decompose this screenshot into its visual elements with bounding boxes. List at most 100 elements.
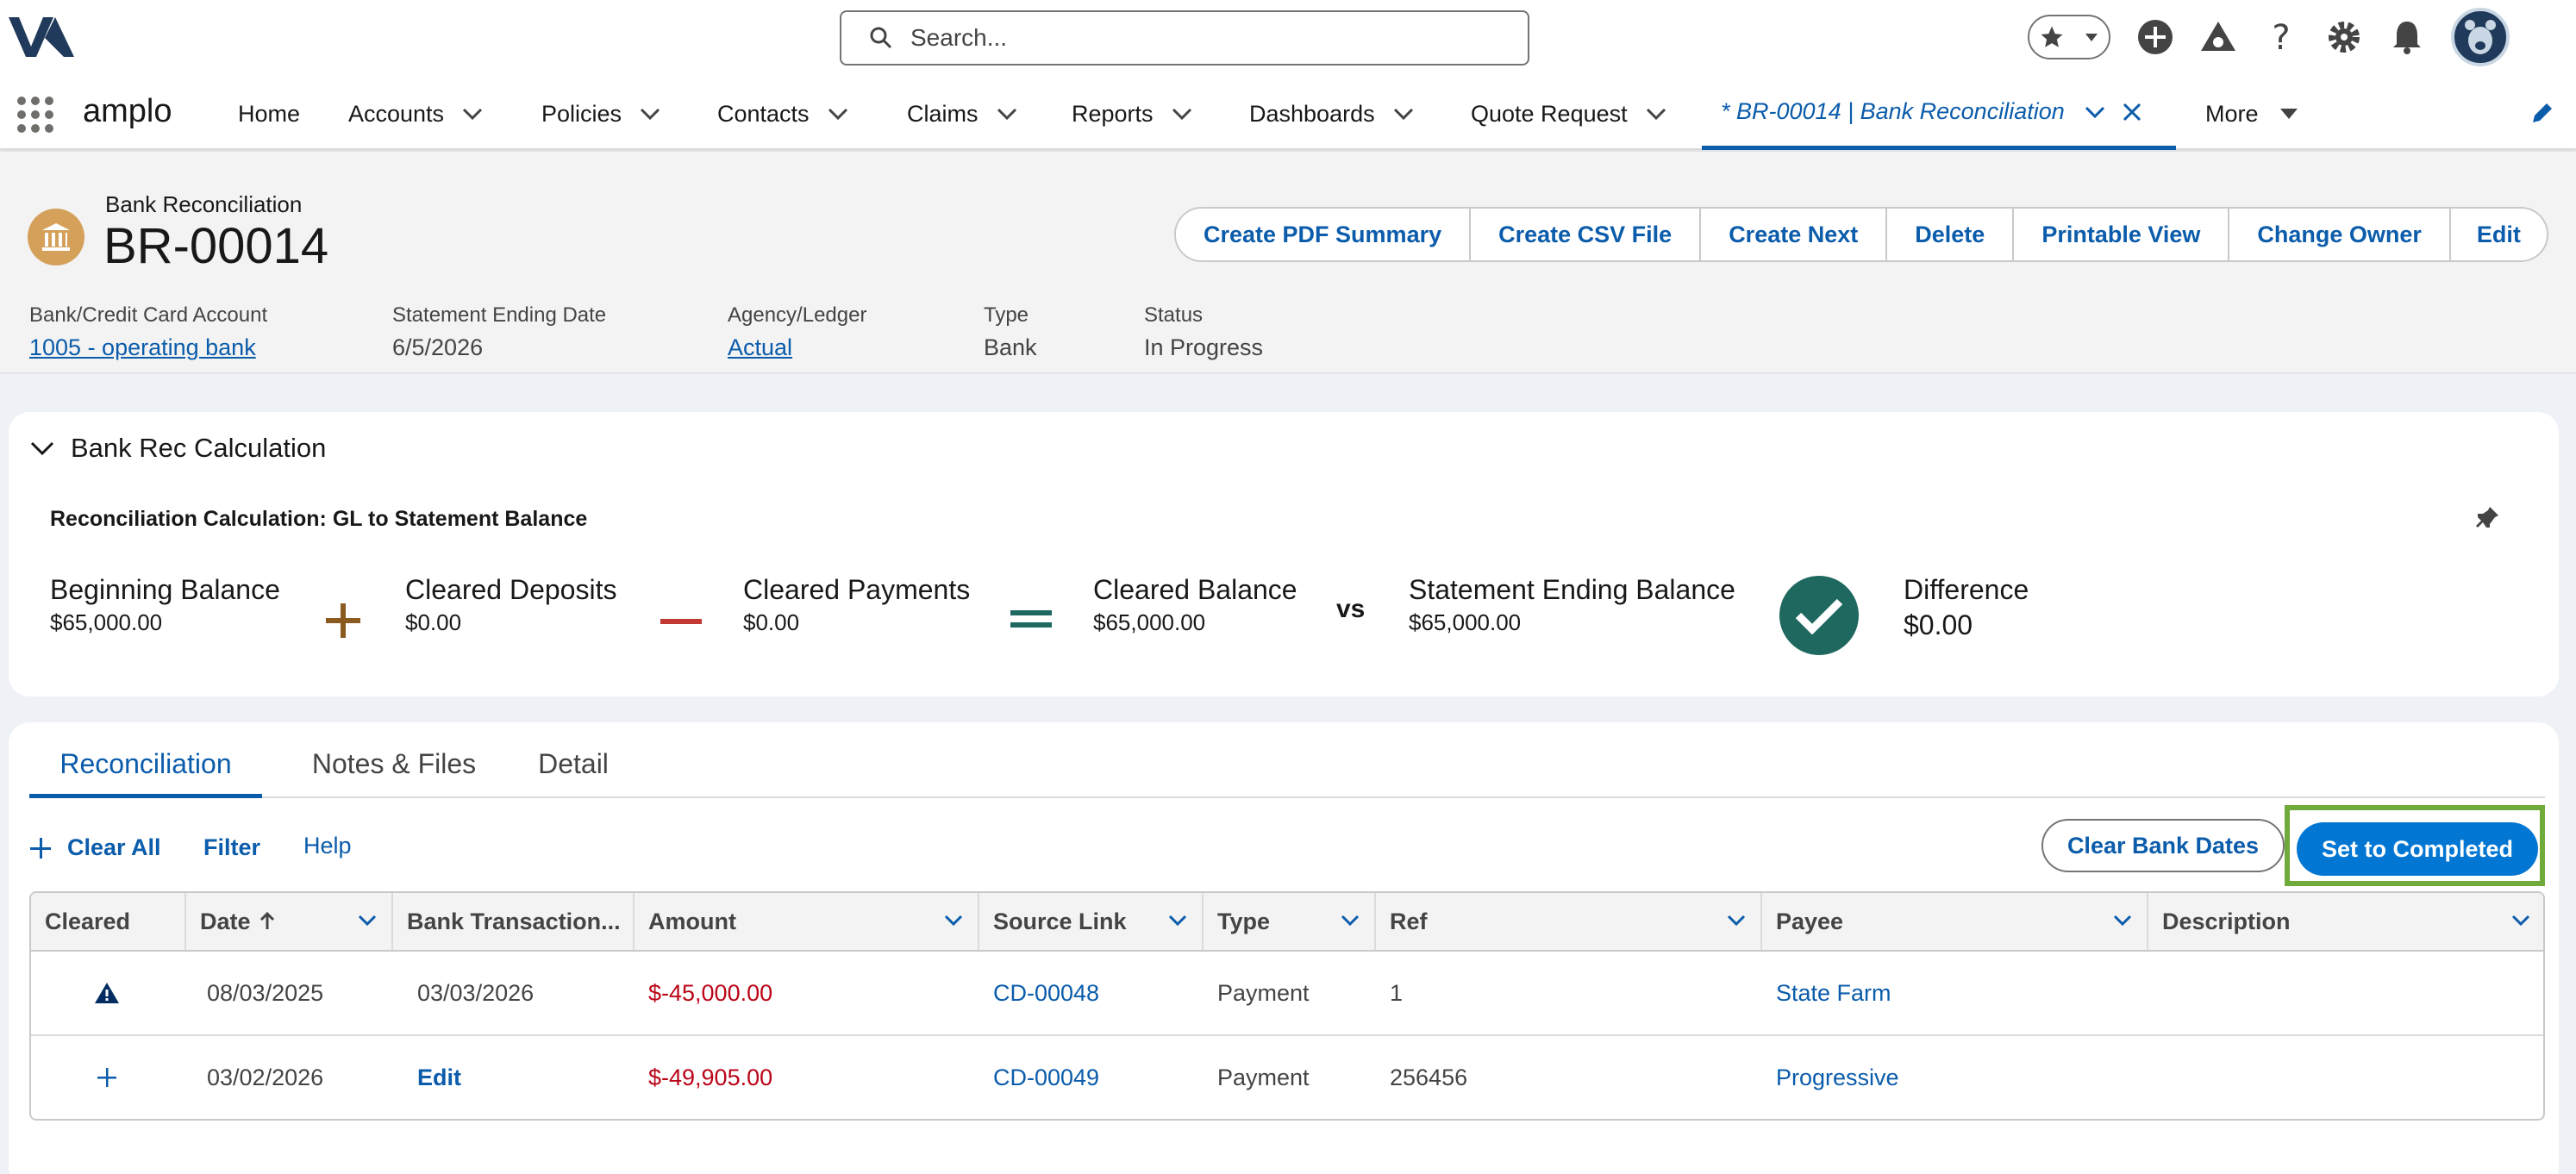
column-header-payee[interactable]: Payee (1762, 893, 2148, 950)
printable-view-button[interactable]: Printable View (2014, 209, 2230, 260)
table-header: Cleared Date Bank Transaction... Amount … (31, 893, 2543, 952)
global-header: Search... ? (0, 0, 2576, 78)
nav-item-contacts[interactable]: Contacts (717, 78, 849, 150)
close-icon[interactable] (2122, 102, 2142, 122)
chevron-down-icon[interactable] (357, 914, 378, 927)
column-header-description[interactable]: Description (2148, 893, 2543, 950)
chevron-down-icon[interactable] (1726, 914, 1747, 927)
nav-item-label: Claims (907, 100, 979, 127)
field-label: Bank/Credit Card Account (29, 303, 268, 327)
change-owner-button[interactable]: Change Owner (2229, 209, 2451, 260)
calc-title: Cleared Deposits (405, 574, 617, 605)
add-icon[interactable] (97, 1036, 117, 1119)
calc-title: Cleared Balance (1093, 574, 1297, 605)
nav-item-home[interactable]: Home (238, 78, 300, 150)
nav-item-label: Accounts (348, 100, 445, 127)
cell-edit-bank-date-link[interactable]: Edit (417, 1036, 461, 1119)
cell-amount: $-45,000.00 (648, 979, 773, 1006)
edit-button[interactable]: Edit (2450, 209, 2547, 260)
help-link[interactable]: Help (303, 833, 352, 859)
reconciliation-tabs-card: Reconciliation Notes & Files Detail Clea… (9, 722, 2559, 1174)
chevron-down-icon[interactable] (943, 914, 964, 927)
set-to-completed-button[interactable]: Set to Completed (2297, 822, 2538, 876)
cell-payee[interactable]: Progressive (1776, 1036, 1899, 1119)
tab-notes-files[interactable]: Notes & Files (303, 748, 485, 798)
chevron-down-icon[interactable] (1392, 107, 1415, 121)
nav-item-more[interactable]: More (2205, 78, 2298, 150)
nav-item-accounts[interactable]: Accounts (348, 78, 484, 150)
svg-text:?: ? (2272, 18, 2290, 56)
column-header-type[interactable]: Type (1204, 893, 1376, 950)
filter-button[interactable]: Filter (203, 834, 260, 861)
agency-ledger-link[interactable]: Actual (728, 334, 866, 361)
cleared-payments: Cleared Payments $0.00 (743, 574, 970, 636)
amplo-logo-icon[interactable] (7, 12, 76, 60)
column-header-bank-transaction[interactable]: Bank Transaction... (393, 893, 635, 950)
clear-bank-dates-button[interactable]: Clear Bank Dates (2041, 819, 2285, 872)
create-pdf-summary-button[interactable]: Create PDF Summary (1176, 209, 1472, 260)
favorites-button[interactable] (2028, 15, 2110, 59)
nav-item-claims[interactable]: Claims (907, 78, 1018, 150)
help-icon[interactable]: ? (2262, 18, 2300, 56)
create-next-button[interactable]: Create Next (1701, 209, 1888, 260)
cell-source-link[interactable]: CD-00049 (993, 1036, 1099, 1119)
cell-date: 03/02/2026 (207, 1064, 324, 1090)
add-icon[interactable] (2136, 18, 2174, 56)
gear-icon[interactable] (2325, 18, 2363, 56)
tab-detail[interactable]: Detail (526, 748, 621, 798)
nav-tab-bank-reconciliation[interactable]: * BR-00014 | Bank Reconciliation (1702, 78, 2176, 150)
column-header-date[interactable]: Date (186, 893, 393, 950)
chevron-down-icon[interactable] (1167, 914, 1188, 927)
chevron-down-icon[interactable] (1171, 107, 1193, 121)
cell-payee[interactable]: State Farm (1776, 952, 1891, 1034)
cell-type: Payment (1217, 1064, 1310, 1090)
app-name: amplo (83, 93, 172, 129)
column-header-cleared[interactable]: Cleared (31, 893, 186, 950)
trailhead-icon[interactable] (2199, 18, 2237, 56)
bank-account-link[interactable]: 1005 - operating bank (29, 334, 267, 361)
calc-value: $65,000.00 (1093, 609, 1206, 635)
chevron-down-icon[interactable] (1340, 914, 1360, 927)
search-icon (870, 27, 892, 49)
calculation-label: Reconciliation Calculation: GL to Statem… (50, 507, 588, 531)
app-launcher-icon[interactable] (17, 97, 53, 133)
nav-item-reports[interactable]: Reports (1072, 78, 1193, 150)
chevron-down-icon[interactable] (996, 107, 1018, 121)
field-label: Agency/Ledger (728, 303, 867, 327)
chevron-down-icon[interactable] (2112, 914, 2133, 927)
chevron-down-icon[interactable] (827, 107, 849, 121)
nav-item-quote-request[interactable]: Quote Request (1471, 78, 1667, 150)
cell-source-link[interactable]: CD-00048 (993, 952, 1099, 1034)
column-header-source-link[interactable]: Source Link (979, 893, 1204, 950)
chevron-down-icon[interactable] (2084, 105, 2106, 119)
create-csv-file-button[interactable]: Create CSV File (1471, 209, 1702, 260)
global-search-input[interactable]: Search... (840, 10, 1529, 66)
section-header-bank-rec-calculation[interactable]: Bank Rec Calculation (29, 433, 326, 464)
edit-nav-icon[interactable] (2529, 100, 2555, 130)
nav-item-dashboards[interactable]: Dashboards (1249, 78, 1415, 150)
reconciliation-table: Cleared Date Bank Transaction... Amount … (29, 891, 2545, 1121)
tab-reconciliation[interactable]: Reconciliation (29, 748, 262, 798)
chevron-down-icon[interactable] (639, 107, 661, 121)
column-header-amount[interactable]: Amount (635, 893, 979, 950)
calc-title: Beginning Balance (50, 574, 280, 605)
cleared-deposits: Cleared Deposits $0.00 (405, 574, 616, 636)
bell-icon[interactable] (2388, 18, 2426, 56)
column-header-ref[interactable]: Ref (1376, 893, 1762, 950)
delete-button[interactable]: Delete (1887, 209, 2015, 260)
table-row: 08/03/2025 03/03/2026 $-45,000.00 CD-000… (31, 952, 2543, 1036)
avatar[interactable] (2451, 8, 2510, 66)
chevron-down-icon[interactable] (2510, 914, 2531, 927)
chevron-down-icon[interactable] (1645, 107, 1667, 121)
pin-icon[interactable] (2474, 505, 2500, 535)
plus-icon (326, 603, 360, 638)
cleared-balance: Cleared Balance $65,000.00 (1093, 574, 1297, 636)
chevron-down-icon[interactable] (461, 107, 484, 121)
record-header: Bank Reconciliation BR-00014 Create PDF … (0, 152, 2576, 374)
clear-all-button[interactable]: Clear All (29, 834, 161, 861)
caret-down-icon (2279, 109, 2298, 119)
bank-icon (28, 209, 84, 265)
nav-item-policies[interactable]: Policies (541, 78, 661, 150)
calc-value: $0.00 (1904, 609, 1973, 640)
field-agency-ledger: Agency/Ledger Actual (728, 303, 866, 361)
